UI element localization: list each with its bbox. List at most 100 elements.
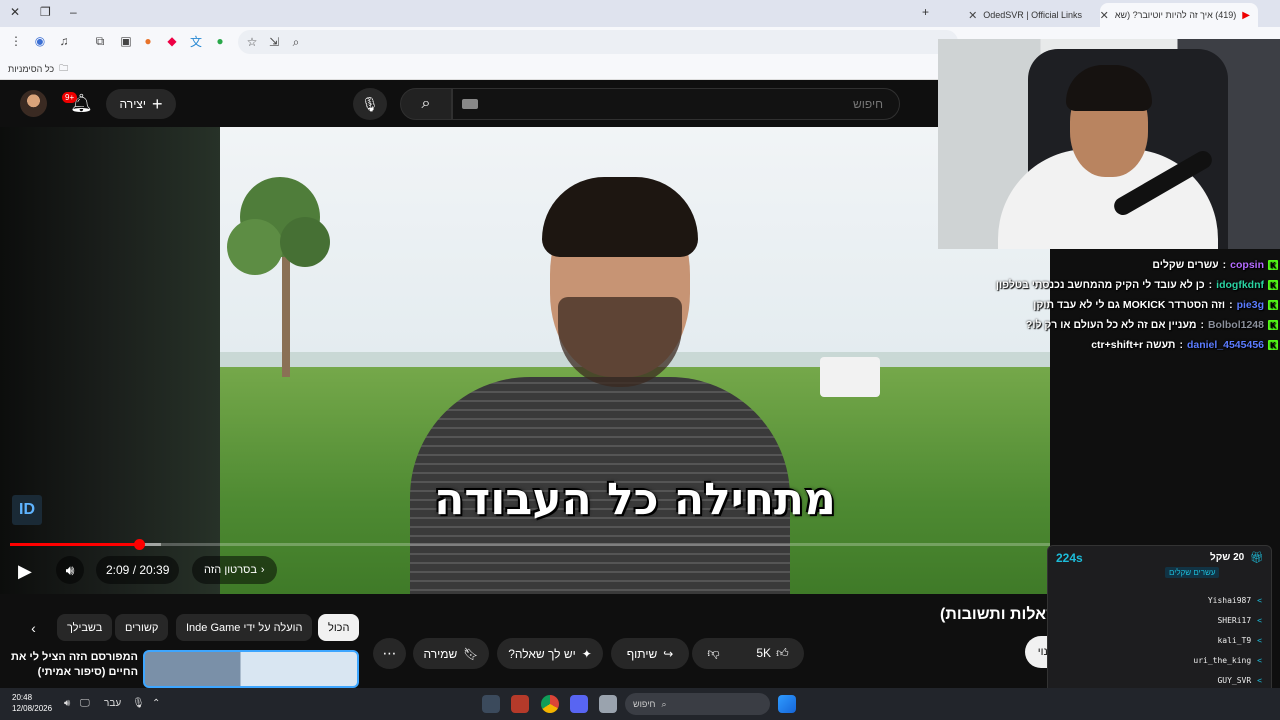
bookmarks-label: כל הסימניות — [8, 64, 55, 74]
related-video-thumbnail[interactable] — [143, 650, 359, 688]
chat-separator: : — [1179, 339, 1183, 351]
translate-icon[interactable]: 文 — [188, 33, 204, 49]
save-button[interactable]: 🔖︎ שמירה — [413, 638, 489, 669]
menu-icon[interactable]: ⋮ — [8, 33, 24, 49]
mini-username: SHERi17 — [1217, 615, 1252, 625]
youtube-favicon-icon: ▶ — [1242, 9, 1250, 21]
keyboard-icon[interactable] — [462, 99, 478, 109]
search-input[interactable] — [452, 88, 900, 120]
folder-icon: 🗀 — [59, 63, 69, 73]
chat-separator: : — [1229, 299, 1233, 311]
related-video-title[interactable]: המפורסם הזה הציל לי את החיים (סיפור אמית… — [10, 650, 138, 680]
media-icon[interactable]: ♫ — [56, 33, 72, 49]
chat-username[interactable]: pie3g — [1237, 299, 1264, 311]
tab-title: (419) איך זה להיות יוטיובר? (שא — [1114, 10, 1237, 20]
video-subtitle: מתחילה כל העבודה — [434, 474, 836, 525]
discord-icon[interactable] — [570, 695, 588, 713]
language-indicator[interactable]: עבר — [104, 698, 121, 709]
plus-icon: + — [151, 93, 163, 114]
all-bookmarks[interactable]: כל הסימניות 🗀 — [8, 61, 68, 77]
save-label: שמירה — [423, 646, 458, 661]
chrome-icon[interactable] — [541, 695, 559, 713]
maximize-window-icon[interactable]: ❐ — [40, 5, 51, 19]
search-button[interactable]: ⌕ — [400, 88, 452, 120]
chip-related[interactable]: קשורים — [115, 614, 169, 641]
file-explorer-icon[interactable] — [599, 695, 617, 713]
chip-uploaded-by[interactable]: הועלה על ידי Inde Game — [176, 614, 313, 641]
tab-title: OdedSVR | Official Links — [983, 10, 1082, 20]
extension-icon[interactable]: ◆ — [164, 33, 180, 49]
tree-illustration — [227, 177, 330, 377]
video-frame[interactable]: מתחילה כל העבודה — [220, 127, 1050, 594]
voice-search-button[interactable]: 🎙︎ — [353, 88, 387, 120]
close-tab-icon[interactable]: ✕ — [1100, 9, 1109, 22]
mini-username: kali_T9 — [1217, 635, 1252, 645]
share-button[interactable]: ↪ שיתוף — [611, 638, 689, 669]
chat-username[interactable]: Bolbol1248 — [1208, 319, 1264, 331]
bookmark-star-icon[interactable]: ☆ — [244, 34, 260, 50]
progress-bar[interactable] — [10, 543, 1050, 546]
new-tab-icon[interactable]: + — [922, 5, 929, 19]
more-actions-button[interactable]: ⋯ — [373, 638, 406, 669]
ask-button[interactable]: ✦ יש לך שאלה? — [497, 638, 603, 669]
chip-for-you[interactable]: בשבילך — [57, 614, 113, 641]
chat-separator: : — [1222, 259, 1227, 271]
tab-active[interactable]: ▶ (419) איך זה להיות יוטיובר? (שא ✕ — [1100, 3, 1258, 27]
extensions-icon[interactable]: ⧉ — [92, 33, 108, 49]
mini-username: Yishai987 — [1207, 595, 1252, 605]
extension-icon[interactable]: ● — [212, 33, 228, 49]
clock-date: 12/08/2026 — [12, 704, 53, 713]
share-label: שיתוף — [626, 646, 658, 661]
chevron-left-icon[interactable]: ‹ — [20, 614, 47, 641]
chevron-up-icon[interactable]: ⌃ — [152, 698, 160, 709]
chat-text: כן לא עובד לי הקיק מהמחשב נכנסתי בטלפון — [995, 279, 1205, 291]
volume-button[interactable]: 🔊︎ — [56, 556, 84, 584]
zoom-icon[interactable]: ⌕ — [288, 34, 304, 50]
chat-message: Kpie3g: וזה הסטרדר MOKICK גם לי לא עבד תו… — [948, 295, 1278, 315]
bookmark-icon: 🔖︎ — [463, 646, 479, 661]
app-icon[interactable] — [511, 695, 529, 713]
create-button[interactable]: + יצירה — [106, 89, 176, 119]
channel-watermark-icon[interactable]: ID — [12, 495, 42, 525]
chat-username[interactable]: copsin — [1230, 259, 1264, 271]
profile-icon[interactable]: ◉ — [32, 33, 48, 49]
install-icon[interactable]: ⇲ — [266, 34, 282, 50]
taskbar-clock[interactable]: 20:48 12/08/2026 — [12, 692, 52, 714]
arrow-icon: < — [1257, 595, 1262, 605]
like-dislike-group[interactable]: 👍︎ 5K 👎︎ — [692, 638, 804, 669]
taskbar-search-label: חיפוש — [633, 699, 656, 709]
windows-start-icon[interactable] — [778, 695, 796, 713]
taskbar-search[interactable]: ⌕ חיפוש — [625, 693, 770, 715]
dislike-icon[interactable]: 👎︎ — [707, 646, 719, 661]
network-icon[interactable]: 🖵︎ — [80, 698, 90, 709]
chat-username[interactable]: idogfkdnf — [1216, 279, 1264, 291]
play-icon[interactable]: ▶ — [18, 561, 32, 582]
tab-links[interactable]: OdedSVR | Official Links ✕ — [945, 3, 1090, 27]
kick-badge-icon: K — [1268, 320, 1278, 330]
close-tab-icon[interactable]: ✕ — [968, 9, 977, 22]
progress-played — [10, 543, 140, 546]
settings-icon[interactable] — [482, 695, 500, 713]
thumbs-up-icon: 👍︎ — [776, 646, 789, 660]
address-bar[interactable] — [238, 30, 958, 54]
chip-all[interactable]: הכול — [318, 614, 360, 641]
extension-icon[interactable]: ▣ — [118, 33, 134, 49]
chat-username[interactable]: daniel_4545456 — [1187, 339, 1264, 351]
chat-overlay: Kcopsin: עשרים שקלים Kidogfkdnf: כן לא עובד… — [948, 255, 1278, 355]
more-icon: ⋯ — [382, 645, 397, 661]
extension-icon[interactable]: ● — [140, 33, 156, 49]
mic-icon[interactable]: 🎙︎ — [132, 698, 145, 709]
close-window-icon[interactable]: ✕ — [10, 5, 20, 19]
chevron-left-icon: ‹ — [260, 564, 265, 576]
chapter-button[interactable]: ‹ בסרטון הזה — [192, 556, 277, 584]
avatar[interactable] — [20, 90, 47, 117]
volume-icon[interactable]: 🔊︎ — [64, 698, 70, 709]
scrubber-handle[interactable] — [134, 539, 145, 550]
mini-user-row: Yishai987 < — [1060, 590, 1262, 610]
chat-text: תעשה ctr+shift+r — [1091, 339, 1176, 351]
like-button[interactable]: 👍︎ 5K — [756, 646, 788, 661]
minimize-window-icon[interactable]: – — [70, 5, 77, 19]
sparkle-icon: ✦ — [581, 646, 592, 661]
volume-icon: 🔊︎ — [65, 561, 75, 578]
kick-badge-icon: K — [1268, 300, 1278, 310]
